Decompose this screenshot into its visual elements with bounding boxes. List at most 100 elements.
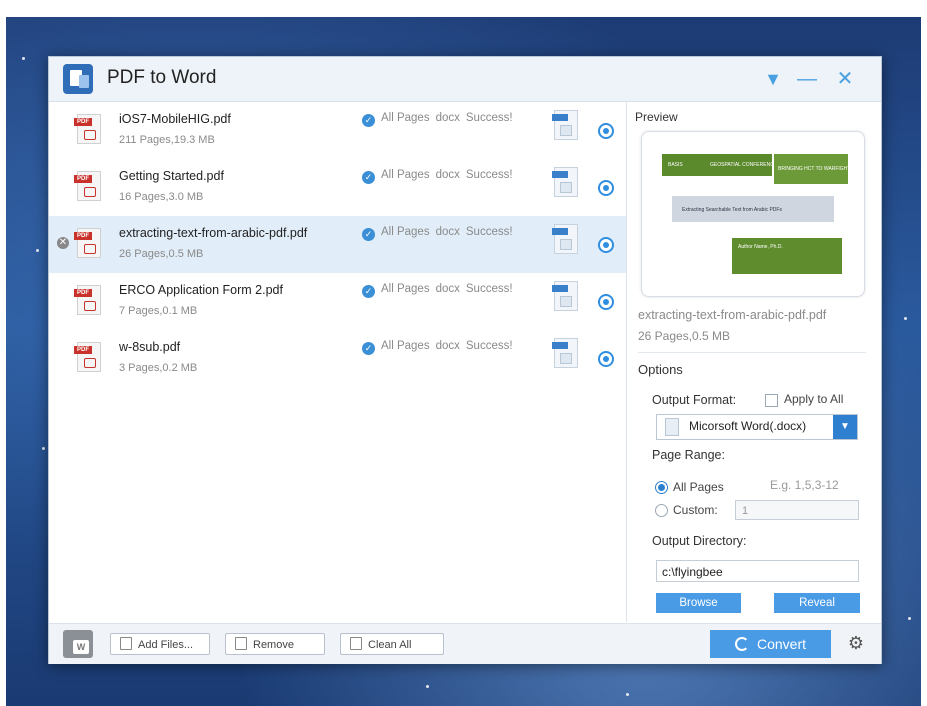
open-folder-icon[interactable]	[598, 351, 614, 367]
word-doc-icon[interactable]	[552, 281, 578, 311]
app-title: PDF to Word	[107, 67, 217, 88]
title-bar[interactable]: PDF to Word ▼ — ✕	[49, 57, 881, 102]
output-directory-input[interactable]: c:\flyingbee	[656, 560, 859, 582]
success-check-icon: ✓	[362, 342, 375, 355]
convert-label: Convert	[756, 636, 807, 652]
open-folder-icon[interactable]	[598, 294, 614, 310]
file-row-selected[interactable]: ✕ PDF extracting-text-from-arabic-pdf.pd…	[49, 216, 626, 273]
convert-button[interactable]: Convert	[710, 630, 831, 658]
page-range-text: All Pages	[381, 112, 430, 124]
file-name: Getting Started.pdf	[119, 169, 224, 183]
open-folder-icon[interactable]	[598, 180, 614, 196]
star-decoration	[42, 447, 45, 450]
file-row[interactable]: PDF ERCO Application Form 2.pdf 7 Pages,…	[49, 273, 626, 330]
file-meta: 7 Pages,0.1 MB	[119, 305, 198, 317]
preview-thumbnail[interactable]: BASIS GEOSPATIAL CONFERENCE BRINGING HCT…	[641, 131, 865, 297]
file-meta: 26 Pages,0.5 MB	[119, 248, 204, 260]
output-format-label: Output Format:	[652, 393, 737, 407]
format-text: docx	[435, 283, 460, 295]
file-row[interactable]: PDF Getting Started.pdf 16 Pages,3.0 MB …	[49, 159, 626, 216]
page-range-text: All Pages	[381, 169, 430, 181]
open-folder-icon[interactable]	[598, 123, 614, 139]
chevron-down-icon[interactable]: ▼	[833, 415, 857, 439]
menu-dropdown-icon[interactable]: ▼	[761, 67, 785, 91]
slide-subtitle-band: Extracting Searchable Text from Arabic P…	[672, 196, 834, 222]
side-panel: Preview BASIS GEOSPATIAL CONFERENCE BRIN…	[627, 102, 881, 622]
star-decoration	[22, 57, 25, 60]
status-text: Success!	[465, 112, 513, 124]
pdf-file-icon: PDF	[74, 171, 101, 201]
custom-range-radio[interactable]	[655, 504, 668, 517]
remove-file-icon[interactable]: ✕	[57, 237, 69, 249]
minimize-icon[interactable]: —	[795, 67, 819, 91]
file-name: extracting-text-from-arabic-pdf.pdf	[119, 226, 308, 240]
pdf-to-word-logo-icon: W	[63, 630, 93, 658]
conversion-status: ✓ All Pages docx Success!	[362, 283, 519, 298]
star-decoration	[36, 249, 39, 252]
pdf-file-icon: PDF	[74, 285, 101, 315]
conversion-status: ✓ All Pages docx Success!	[362, 112, 519, 127]
page-range-text: All Pages	[381, 226, 430, 238]
file-row[interactable]: PDF w-8sub.pdf 3 Pages,0.2 MB ✓ All Pages…	[49, 330, 626, 387]
slide-author-block: Author Name, Ph.D.	[732, 238, 842, 274]
star-decoration	[426, 685, 429, 688]
conversion-status: ✓ All Pages docx Success!	[362, 340, 519, 355]
page-range-text: All Pages	[381, 283, 430, 295]
apply-to-all-label[interactable]: Apply to All	[784, 392, 843, 406]
status-text: Success!	[465, 340, 513, 352]
page-range-hint: E.g. 1,5,3-12	[770, 478, 839, 492]
word-doc-icon[interactable]	[552, 167, 578, 197]
all-pages-label[interactable]: All Pages	[673, 480, 724, 494]
open-folder-icon[interactable]	[598, 237, 614, 253]
app-logo-icon	[63, 64, 93, 94]
success-check-icon: ✓	[362, 228, 375, 241]
preview-file-meta: 26 Pages,0.5 MB	[638, 329, 731, 343]
pdf-file-icon: PDF	[74, 114, 101, 144]
success-check-icon: ✓	[362, 171, 375, 184]
convert-icon	[734, 637, 749, 651]
gear-icon[interactable]: ⚙	[846, 633, 866, 653]
app-window: PDF to Word ▼ — ✕ PDF iOS7-MobileHIG.pdf…	[48, 56, 882, 664]
preview-slide: BASIS GEOSPATIAL CONFERENCE BRINGING HCT…	[662, 154, 857, 286]
custom-range-label[interactable]: Custom:	[673, 503, 718, 517]
file-row[interactable]: PDF iOS7-MobileHIG.pdf 211 Pages,19.3 MB…	[49, 102, 626, 159]
apply-to-all-checkbox[interactable]	[765, 394, 778, 407]
file-name: ERCO Application Form 2.pdf	[119, 283, 283, 297]
star-decoration	[908, 617, 911, 620]
close-icon[interactable]: ✕	[833, 67, 857, 91]
conversion-status: ✓ All Pages docx Success!	[362, 226, 519, 241]
status-text: Success!	[465, 226, 513, 238]
format-text: docx	[435, 112, 460, 124]
page-range-text: All Pages	[381, 340, 430, 352]
page-range-label: Page Range:	[652, 448, 725, 462]
clean-all-label: Clean All	[368, 639, 412, 651]
slide-text: BRINGING HCT TO WARFIGHTER	[778, 166, 858, 172]
add-file-icon	[120, 637, 132, 650]
word-doc-icon[interactable]	[552, 338, 578, 368]
slide-text: BASIS	[668, 162, 683, 168]
all-pages-radio[interactable]	[655, 481, 668, 494]
slide-text: Extracting Searchable Text from Arabic P…	[682, 207, 782, 213]
output-format-select[interactable]: Micorsoft Word(.docx) ▼	[656, 414, 858, 440]
options-title: Options	[638, 362, 683, 377]
output-directory-label: Output Directory:	[652, 534, 747, 548]
add-files-button[interactable]: Add Files...	[110, 633, 210, 655]
pdf-file-icon: PDF	[74, 228, 101, 258]
word-doc-icon	[665, 418, 679, 436]
word-doc-icon[interactable]	[552, 110, 578, 140]
clean-all-button[interactable]: Clean All	[340, 633, 444, 655]
word-doc-icon[interactable]	[552, 224, 578, 254]
add-files-label: Add Files...	[138, 639, 194, 651]
browse-button[interactable]: Browse	[656, 593, 741, 613]
pdf-file-icon: PDF	[74, 342, 101, 372]
custom-range-input[interactable]: 1	[735, 500, 859, 520]
remove-button[interactable]: Remove	[225, 633, 325, 655]
star-decoration	[904, 317, 907, 320]
slide-header-bar: BASIS GEOSPATIAL CONFERENCE	[662, 154, 777, 176]
reveal-button[interactable]: Reveal	[774, 593, 860, 613]
file-meta: 3 Pages,0.2 MB	[119, 362, 198, 374]
status-text: Success!	[465, 283, 513, 295]
output-format-value: Micorsoft Word(.docx)	[689, 419, 807, 433]
trash-icon	[350, 637, 362, 650]
remove-label: Remove	[253, 639, 294, 651]
